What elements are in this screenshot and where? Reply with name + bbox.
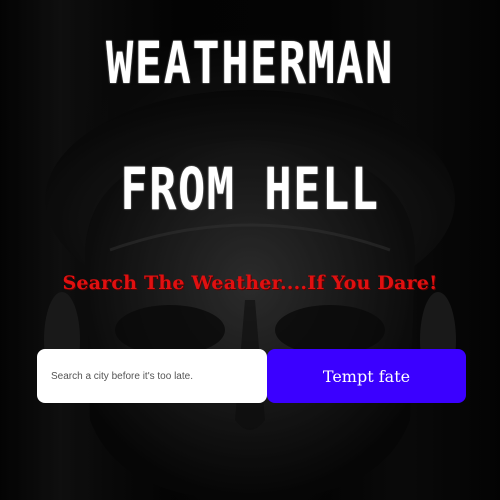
page-title-line-1: WEATHERMAN [106,29,394,97]
tagline: Search The Weather....If You Dare! [62,272,438,294]
page-background: WEATHERMAN FROM HELL Search The Weather.… [0,0,500,500]
city-search-input[interactable] [37,349,267,403]
tempt-fate-button[interactable]: Tempt fate [267,349,466,403]
page-title-line-2: FROM HELL [120,155,380,223]
